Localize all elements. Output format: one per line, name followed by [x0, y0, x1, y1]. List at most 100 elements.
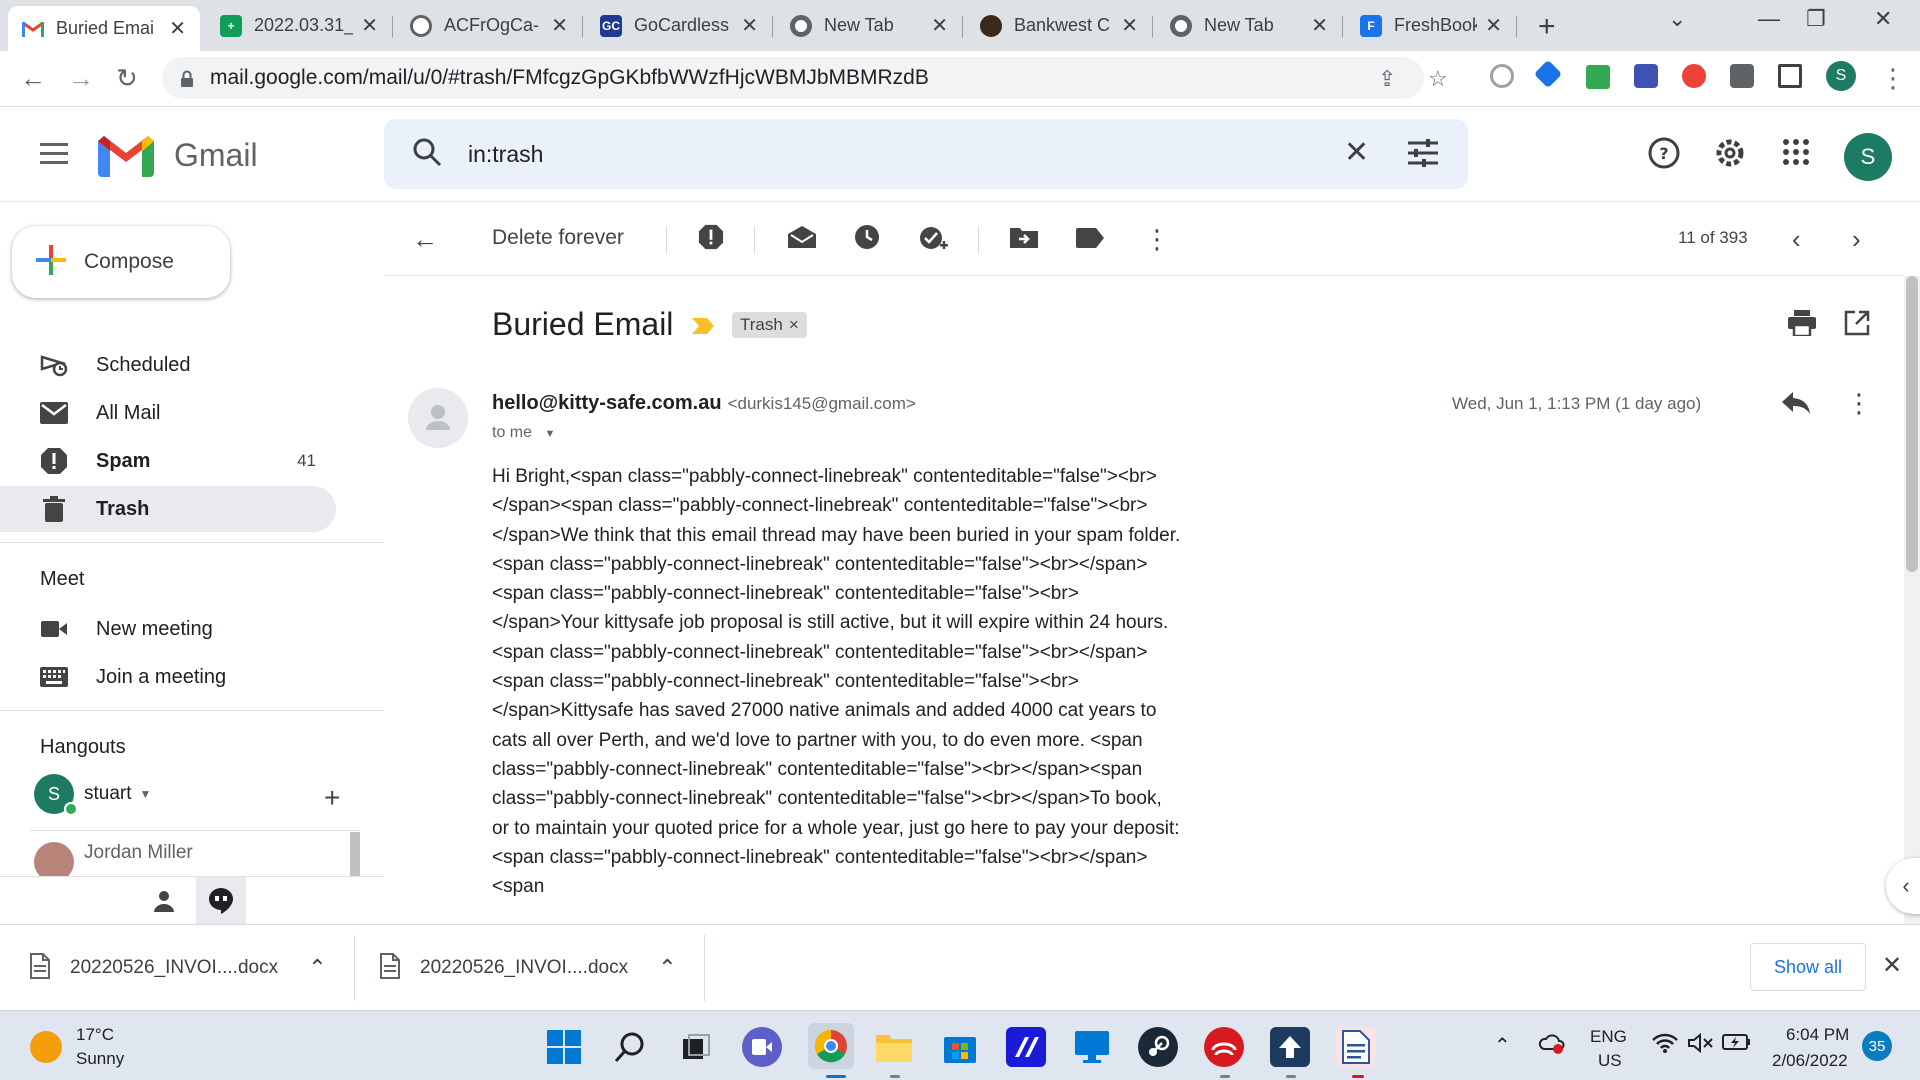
show-all-downloads-button[interactable]: Show all: [1750, 943, 1866, 991]
antivirus-icon[interactable]: [1204, 1027, 1244, 1067]
battery-charging-icon[interactable]: [1722, 1033, 1752, 1057]
forward-arrow-icon[interactable]: →: [68, 63, 94, 94]
mark-unread-icon[interactable]: [788, 224, 816, 255]
input-language[interactable]: ENG: [1590, 1027, 1627, 1047]
hangouts-scrollbar[interactable]: [350, 832, 360, 876]
wifi-icon[interactable]: [1652, 1033, 1678, 1059]
weather-temperature[interactable]: 17°C: [76, 1025, 114, 1045]
reading-pane-scrollbar[interactable]: [1904, 276, 1920, 924]
sidebar-item-trash[interactable]: Trash: [0, 486, 336, 532]
sender-name[interactable]: hello@kitty-safe.com.au: [492, 392, 722, 414]
task-view-icon[interactable]: [676, 1027, 716, 1067]
back-arrow-icon[interactable]: ←: [20, 63, 46, 94]
gmail-logo-icon[interactable]: [98, 135, 154, 182]
tab-buried-email[interactable]: Buried Emai ✕: [8, 6, 200, 51]
sender-avatar[interactable]: [408, 388, 468, 448]
weather-description[interactable]: Sunny: [76, 1049, 124, 1069]
help-icon[interactable]: ?: [1648, 137, 1680, 177]
inkscape-icon[interactable]: [1270, 1027, 1310, 1067]
sidebar-item-scheduled[interactable]: Scheduled: [0, 342, 336, 388]
sidebar-item-spam[interactable]: Spam 41: [0, 438, 336, 484]
extension-p-square-icon[interactable]: [1634, 64, 1658, 88]
close-icon[interactable]: ✕: [551, 13, 568, 38]
older-chevron-right-icon[interactable]: ›: [1852, 224, 1861, 255]
new-tab-button[interactable]: +: [1538, 10, 1556, 44]
file-explorer-folder-icon[interactable]: [874, 1027, 914, 1067]
hangouts-user[interactable]: S stuart ▼: [34, 774, 152, 816]
main-menu-icon[interactable]: [40, 143, 68, 165]
word-document-icon[interactable]: [1336, 1027, 1376, 1067]
close-icon[interactable]: ✕: [1121, 13, 1138, 38]
reload-icon[interactable]: ↻: [116, 63, 138, 94]
more-options-icon[interactable]: ⋮: [1144, 224, 1170, 255]
remote-desktop-icon[interactable]: [1072, 1027, 1112, 1067]
close-downloads-bar-icon[interactable]: ✕: [1882, 951, 1902, 980]
download-item[interactable]: 20220526_INVOI....docx ⌃: [30, 925, 327, 1011]
search-input[interactable]: [468, 140, 1288, 168]
clear-search-close-icon[interactable]: ✕: [1344, 135, 1369, 170]
download-options-chevron-up-icon[interactable]: ⌃: [308, 955, 326, 981]
tab-bankwest[interactable]: Bankwest C ✕: [966, 8, 1152, 43]
chrome-taskbar-icon[interactable]: [808, 1023, 854, 1069]
restore-icon[interactable]: ❐: [1806, 6, 1826, 32]
share-icon[interactable]: ⇪: [1378, 66, 1396, 92]
extension-red-icon[interactable]: [1682, 64, 1706, 88]
close-icon[interactable]: ✕: [741, 13, 758, 38]
address-bar[interactable]: mail.google.com/mail/u/0/#trash/FMfcgzGp…: [162, 57, 1448, 99]
input-region[interactable]: US: [1598, 1051, 1622, 1071]
extensions-puzzle-icon[interactable]: [1730, 64, 1754, 88]
clock-time[interactable]: 6:04 PM: [1786, 1025, 1849, 1045]
taskbar-search-icon[interactable]: [610, 1027, 650, 1067]
new-conversation-plus-icon[interactable]: +: [324, 782, 340, 814]
volume-muted-icon[interactable]: [1688, 1032, 1714, 1059]
apps-grid-icon[interactable]: [1782, 137, 1810, 174]
add-to-tasks-icon[interactable]: [918, 224, 948, 261]
extension-p-icon[interactable]: [1490, 64, 1514, 88]
tab-new-tab[interactable]: New Tab ✕: [776, 8, 962, 43]
download-item[interactable]: 20220526_INVOI....docx ⌃: [380, 925, 677, 1011]
newer-chevron-left-icon[interactable]: ‹: [1792, 224, 1801, 255]
microsoft-store-icon[interactable]: [940, 1027, 980, 1067]
windows-start-icon[interactable]: [544, 1027, 584, 1067]
side-panel-icon[interactable]: [1778, 64, 1802, 88]
move-to-folder-icon[interactable]: [1010, 224, 1038, 255]
new-meeting-button[interactable]: New meeting: [0, 606, 336, 652]
search-options-icon[interactable]: [1408, 139, 1438, 172]
print-icon[interactable]: [1788, 310, 1816, 341]
status-dropdown-icon[interactable]: ▼: [140, 787, 152, 801]
tab-acfrog[interactable]: ACFrOgCa- ✕: [396, 8, 582, 43]
tab-spreadsheet[interactable]: + 2022.03.31_ ✕: [206, 8, 392, 43]
hangouts-tab[interactable]: [196, 877, 246, 925]
back-to-list-arrow-icon[interactable]: ←: [412, 224, 438, 255]
compose-button[interactable]: Compose: [12, 226, 230, 298]
report-spam-icon[interactable]: [698, 224, 724, 257]
delete-forever-button[interactable]: Delete forever: [492, 226, 624, 250]
tab-search-chevron-down-icon[interactable]: ⌄: [1668, 6, 1686, 32]
scrollbar-thumb[interactable]: [1906, 276, 1918, 572]
label-tag-icon[interactable]: [1076, 224, 1104, 255]
close-icon[interactable]: ✕: [361, 13, 378, 38]
show-hidden-icons-chevron-up-icon[interactable]: ⌃: [1494, 1033, 1511, 1058]
close-icon[interactable]: ✕: [1311, 13, 1328, 38]
message-more-options-icon[interactable]: ⋮: [1846, 388, 1872, 419]
minimize-icon[interactable]: —: [1758, 6, 1780, 32]
tab-gocardless[interactable]: GC GoCardless ✕: [586, 8, 772, 43]
recipients-dropdown[interactable]: to me ▼: [492, 424, 555, 442]
close-icon[interactable]: ✕: [1485, 13, 1502, 38]
remove-label-close-icon[interactable]: ×: [789, 315, 799, 335]
contacts-person-icon[interactable]: [152, 889, 176, 918]
importance-marker-icon[interactable]: [692, 318, 714, 334]
onedrive-cloud-icon[interactable]: [1538, 1033, 1566, 1061]
tab-new-tab-2[interactable]: New Tab ✕: [1156, 8, 1342, 43]
join-meeting-button[interactable]: Join a meeting: [0, 654, 336, 700]
tab-freshbooks[interactable]: F FreshBooks ✕: [1346, 8, 1516, 43]
search-icon[interactable]: [412, 137, 442, 172]
window-close-icon[interactable]: ✕: [1874, 6, 1892, 32]
download-options-chevron-up-icon[interactable]: ⌃: [658, 955, 676, 981]
editor-app-icon[interactable]: [1006, 1027, 1046, 1067]
snooze-clock-icon[interactable]: [854, 224, 880, 257]
bookmark-star-icon[interactable]: ☆: [1428, 66, 1448, 92]
notification-count-badge[interactable]: 35: [1862, 1031, 1892, 1061]
browser-menu-icon[interactable]: ⋮: [1880, 63, 1906, 94]
open-in-new-window-icon[interactable]: [1844, 310, 1870, 341]
